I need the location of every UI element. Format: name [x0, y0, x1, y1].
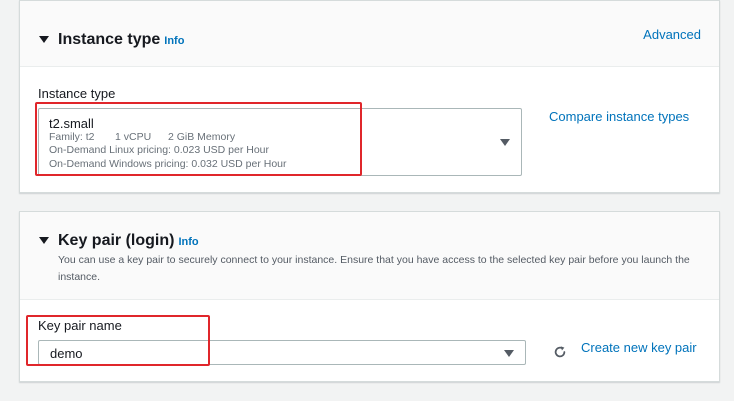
dropdown-arrow-icon[interactable]: [500, 139, 510, 146]
compare-instance-types-link[interactable]: Compare instance types: [549, 109, 689, 124]
instance-type-header: Instance type Info Advanced: [20, 1, 719, 67]
instance-memory: 2 GiB Memory: [168, 131, 236, 143]
caret-down-icon[interactable]: [39, 36, 49, 43]
linux-pricing: On-Demand Linux pricing: 0.023 USD per H…: [49, 144, 270, 156]
key-pair-panel: Key pair (login) Info You can use a key p…: [19, 211, 720, 382]
instance-type-select[interactable]: t2.small Family: t2 1 vCPU 2 GiB Memory …: [38, 108, 522, 176]
section-title-text: Key pair (login): [58, 232, 175, 249]
key-pair-label: Key pair name: [38, 318, 122, 333]
dropdown-arrow-icon[interactable]: [504, 350, 514, 357]
section-title-text: Instance type: [58, 31, 161, 48]
key-pair-header: Key pair (login) Info You can use a key p…: [20, 212, 719, 300]
advanced-link[interactable]: Advanced: [643, 27, 701, 42]
selected-key-pair: demo: [50, 346, 83, 361]
key-pair-select[interactable]: demo: [38, 340, 526, 365]
create-new-key-pair-link[interactable]: Create new key pair: [581, 340, 697, 355]
section-title[interactable]: Instance type Info: [58, 31, 184, 49]
instance-type-label: Instance type: [38, 86, 116, 101]
selected-instance-name: t2.small: [49, 116, 94, 131]
instance-family: Family: t2: [49, 131, 95, 143]
section-title[interactable]: Key pair (login) Info: [58, 232, 199, 250]
instance-type-panel: Instance type Info Advanced Instance type…: [19, 0, 720, 193]
refresh-icon[interactable]: [553, 345, 567, 359]
info-link[interactable]: Info: [164, 35, 184, 47]
instance-vcpu: 1 vCPU: [115, 131, 152, 143]
info-link[interactable]: Info: [178, 236, 198, 248]
windows-pricing: On-Demand Windows pricing: 0.032 USD per…: [49, 158, 287, 170]
caret-down-icon[interactable]: [39, 237, 49, 244]
key-pair-description: You can use a key pair to securely conne…: [58, 254, 690, 283]
